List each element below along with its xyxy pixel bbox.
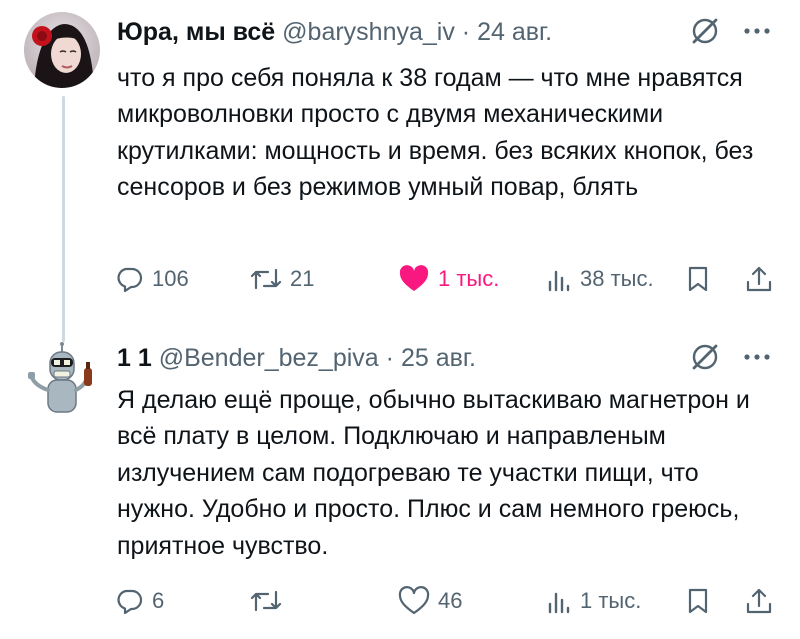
more-icon[interactable]: [742, 342, 772, 372]
header-actions: [690, 16, 772, 46]
avatar[interactable]: [24, 342, 100, 418]
reply-button[interactable]: 106: [114, 262, 189, 296]
bookmark-button[interactable]: [686, 584, 710, 618]
views-icon: [546, 586, 572, 616]
views-count: 1 тыс.: [580, 588, 642, 613]
repost-count: 21: [290, 266, 315, 291]
views-count: 38 тыс.: [580, 266, 654, 291]
tweet-date[interactable]: 25 авг.: [401, 344, 476, 372]
share-button[interactable]: [744, 262, 774, 296]
tweet[interactable]: 1 1 @Bender_bez_piva · 25 авг. Я делаю е…: [0, 330, 800, 639]
repost-icon: [250, 586, 282, 616]
like-button[interactable]: 46: [398, 584, 462, 618]
author-handle[interactable]: @Bender_bez_piva: [159, 344, 379, 372]
repost-icon: [250, 264, 282, 294]
tweet-text: что я про себя поняла к 38 годам — что м…: [117, 64, 754, 202]
more-icon[interactable]: [742, 16, 772, 46]
like-count: 46: [438, 588, 463, 613]
reply-button[interactable]: 6: [114, 584, 164, 618]
avatar[interactable]: [24, 12, 100, 88]
share-button[interactable]: [744, 584, 774, 618]
tweet-actions: 6 46 1 тыс.: [110, 584, 780, 618]
repost-button[interactable]: [250, 584, 290, 618]
tweet-date[interactable]: 24 авг.: [477, 18, 552, 46]
share-icon: [744, 586, 774, 616]
tweet-actions: 106 21 1 тыс. 38 тыс.: [110, 262, 780, 296]
repost-button[interactable]: 21: [250, 262, 314, 296]
heart-icon: [398, 586, 430, 616]
tweet-header: Юра, мы всё @baryshnya_iv · 24 авг.: [117, 16, 680, 48]
tweet-text: Я делаю ещё проще, обычно вытаскиваю маг…: [117, 386, 750, 560]
author-handle[interactable]: @baryshnya_iv: [282, 18, 455, 46]
heart-icon: [398, 264, 430, 294]
grok-icon[interactable]: [690, 16, 720, 46]
reply-count: 106: [152, 266, 189, 291]
separator: ·: [385, 344, 394, 372]
views-icon: [546, 264, 572, 294]
bookmark-icon: [686, 586, 710, 616]
header-actions: [690, 342, 772, 372]
author-name[interactable]: 1 1: [117, 344, 152, 372]
bookmark-button[interactable]: [686, 262, 710, 296]
like-button[interactable]: 1 тыс.: [398, 262, 499, 296]
thread-line: [62, 96, 65, 342]
like-count: 1 тыс.: [438, 266, 500, 291]
reply-icon: [114, 264, 144, 294]
bookmark-icon: [686, 264, 710, 294]
reply-icon: [114, 586, 144, 616]
author-name[interactable]: Юра, мы всё: [117, 18, 275, 46]
views-button[interactable]: 1 тыс.: [546, 584, 641, 618]
separator: ·: [461, 18, 471, 46]
tweet[interactable]: Юра, мы всё @baryshnya_iv · 24 авг. что …: [0, 0, 800, 342]
tweet-header: 1 1 @Bender_bez_piva · 25 авг.: [117, 342, 680, 374]
views-button[interactable]: 38 тыс.: [546, 262, 654, 296]
grok-icon[interactable]: [690, 342, 720, 372]
reply-count: 6: [152, 588, 165, 613]
share-icon: [744, 264, 774, 294]
